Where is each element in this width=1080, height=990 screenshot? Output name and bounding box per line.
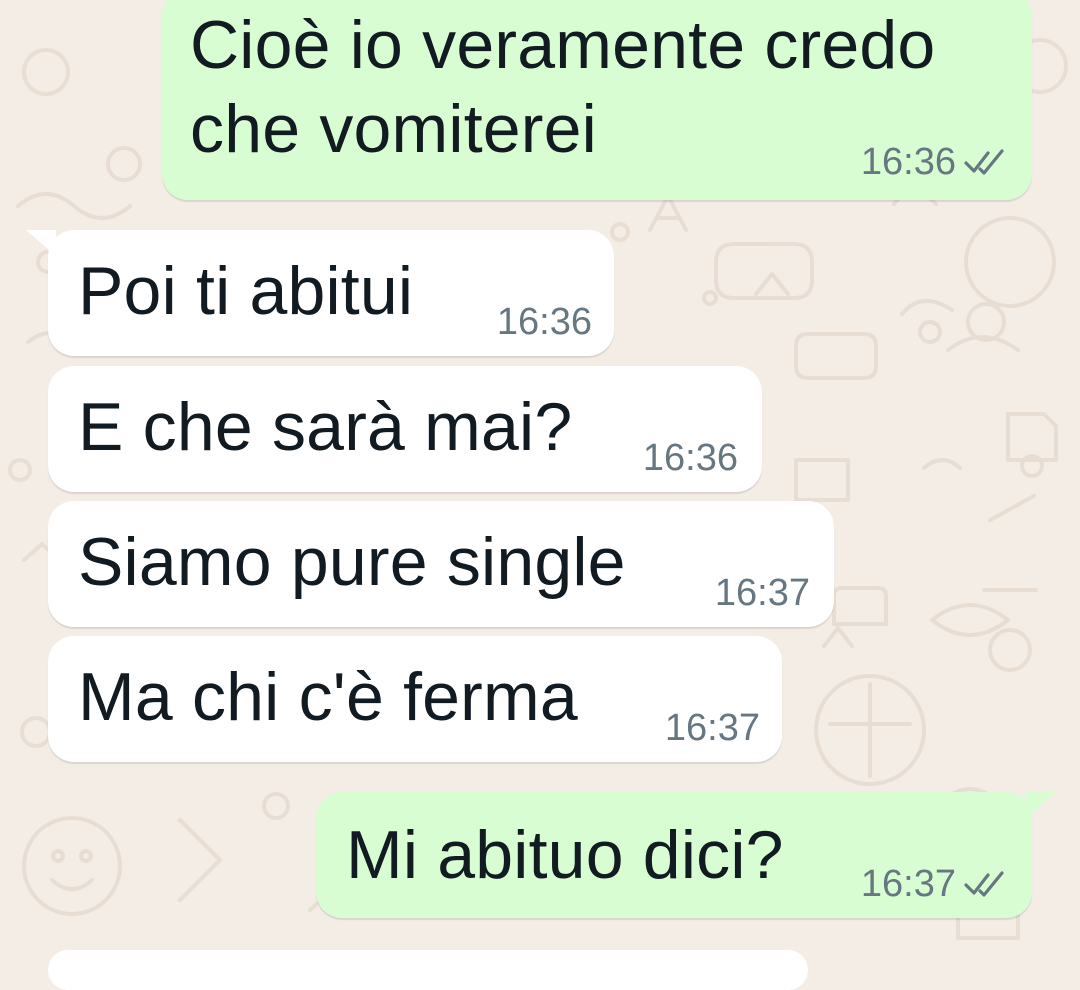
message-text: Poi ti abitui bbox=[78, 253, 414, 329]
message-time: 16:36 bbox=[642, 437, 738, 479]
message-bubble-incoming[interactable]: E che sarà mai? 16:36 bbox=[48, 366, 762, 492]
message-meta: 16:37 bbox=[861, 864, 1008, 904]
message-bubble-outgoing[interactable]: Cioè io veramente credo che vomiterei 16… bbox=[162, 0, 1032, 200]
message-time: 16:37 bbox=[714, 572, 810, 614]
message-text: Cioè io veramente credo bbox=[190, 7, 936, 83]
message-bubble-incoming[interactable]: Ma chi c'è ferma 16:37 bbox=[48, 636, 782, 762]
message-time: 16:37 bbox=[860, 863, 956, 905]
double-check-icon bbox=[964, 871, 1004, 897]
message-time: 16:37 bbox=[664, 707, 760, 749]
message-bubble-outgoing[interactable]: Mi abituo dici? 16:37 bbox=[316, 792, 1032, 918]
message-time: 16:36 bbox=[496, 301, 592, 343]
message-bubble-incoming-partial[interactable] bbox=[48, 950, 808, 990]
message-text: che vomiterei bbox=[190, 91, 597, 167]
message-bubble-incoming[interactable]: Siamo pure single 16:37 bbox=[48, 501, 834, 627]
message-text: E che sarà mai? bbox=[78, 389, 573, 465]
message-meta: 16:36 bbox=[643, 438, 738, 478]
message-text: Ma chi c'è ferma bbox=[78, 659, 578, 735]
message-meta: 16:37 bbox=[665, 708, 760, 748]
message-meta: 16:36 bbox=[861, 142, 1008, 182]
message-text: Siamo pure single bbox=[78, 524, 626, 600]
message-bubble-incoming[interactable]: Poi ti abitui 16:36 bbox=[48, 230, 614, 356]
message-time: 16:36 bbox=[860, 141, 956, 183]
message-text: Mi abituo dici? bbox=[346, 817, 784, 893]
message-meta: 16:37 bbox=[715, 573, 810, 613]
message-meta: 16:36 bbox=[497, 302, 592, 342]
double-check-icon bbox=[964, 149, 1004, 175]
